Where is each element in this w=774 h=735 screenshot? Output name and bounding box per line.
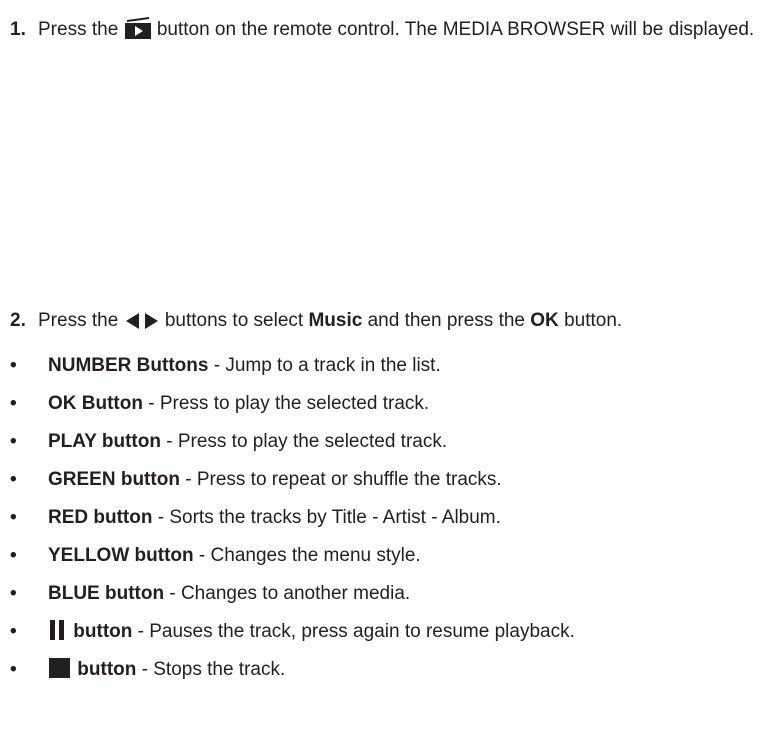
item-title: BLUE button (48, 583, 165, 604)
list-item: • GREEN button - Press to repeat or shuf… (10, 465, 770, 503)
list-item: • YELLOW button - Changes the menu style… (10, 541, 770, 579)
bullet: • (10, 545, 17, 566)
list-item: • button - Pauses the track, press again… (10, 617, 770, 655)
bullet: • (10, 393, 17, 414)
media-browser-icon (124, 17, 152, 48)
bullet: • (10, 621, 17, 642)
step-1-text-b: button on the remote control. The MEDIA … (156, 19, 755, 40)
step-number: 2. (10, 310, 26, 331)
left-right-arrows-icon (124, 310, 160, 339)
bullet: • (10, 355, 17, 376)
item-title: RED button (48, 507, 153, 528)
item-description: - Press to play the selected track. (142, 393, 430, 414)
item-title: button (68, 621, 133, 642)
step-1-text: Press the button on the remote control. … (38, 15, 770, 48)
item-description: - Stops the track. (136, 659, 286, 680)
item-title: PLAY button (48, 431, 161, 452)
step-2-text-b: buttons to select (164, 310, 309, 331)
bullet: • (10, 431, 17, 452)
stop-icon (48, 657, 72, 688)
list-item: • PLAY button - Press to play the select… (10, 427, 770, 465)
music-label: Music (308, 310, 368, 331)
bullet: • (10, 507, 17, 528)
ok-label: OK (530, 310, 565, 331)
button-functions-list: • NUMBER Buttons - Jump to a track in th… (10, 351, 770, 693)
item-title: YELLOW button (48, 545, 194, 566)
list-item: • RED button - Sorts the tracks by Title… (10, 503, 770, 541)
list-item: • BLUE button - Changes to another media… (10, 579, 770, 617)
item-description: - Changes the menu style. (193, 545, 421, 566)
bullet: • (10, 583, 17, 604)
step-1-text-a: Press the (38, 19, 124, 40)
item-description: - Jump to a track in the list. (208, 355, 441, 376)
list-item: • NUMBER Buttons - Jump to a track in th… (10, 351, 770, 389)
item-title: GREEN button (48, 469, 180, 490)
step-2-text-d: button. (564, 310, 623, 331)
item-title: button (72, 659, 137, 680)
bullet: • (10, 469, 17, 490)
item-description: - Press to repeat or shuffle the tracks. (179, 469, 502, 490)
step-2-text-a: Press the (38, 310, 124, 331)
item-description: - Sorts the tracks by Title - Artist - A… (152, 507, 501, 528)
step-1: 1. Press the button on the remote contro… (10, 15, 770, 48)
pause-icon (48, 619, 68, 650)
step-2-text-c: and then press the (367, 310, 531, 331)
step-2: 2. Press the buttons to select Music and… (10, 306, 770, 339)
item-description: - Pauses the track, press again to resum… (132, 621, 575, 642)
step-2-text: Press the buttons to select Music and th… (38, 306, 770, 339)
item-description: - Press to play the selected track. (160, 431, 448, 452)
item-title: NUMBER Buttons (48, 355, 209, 376)
step-number: 1. (10, 19, 26, 40)
list-item: • OK Button - Press to play the selected… (10, 389, 770, 427)
list-item: • button - Stops the track. (10, 655, 770, 693)
bullet: • (10, 659, 17, 680)
item-title: OK Button (48, 393, 143, 414)
item-description: - Changes to another media. (164, 583, 411, 604)
